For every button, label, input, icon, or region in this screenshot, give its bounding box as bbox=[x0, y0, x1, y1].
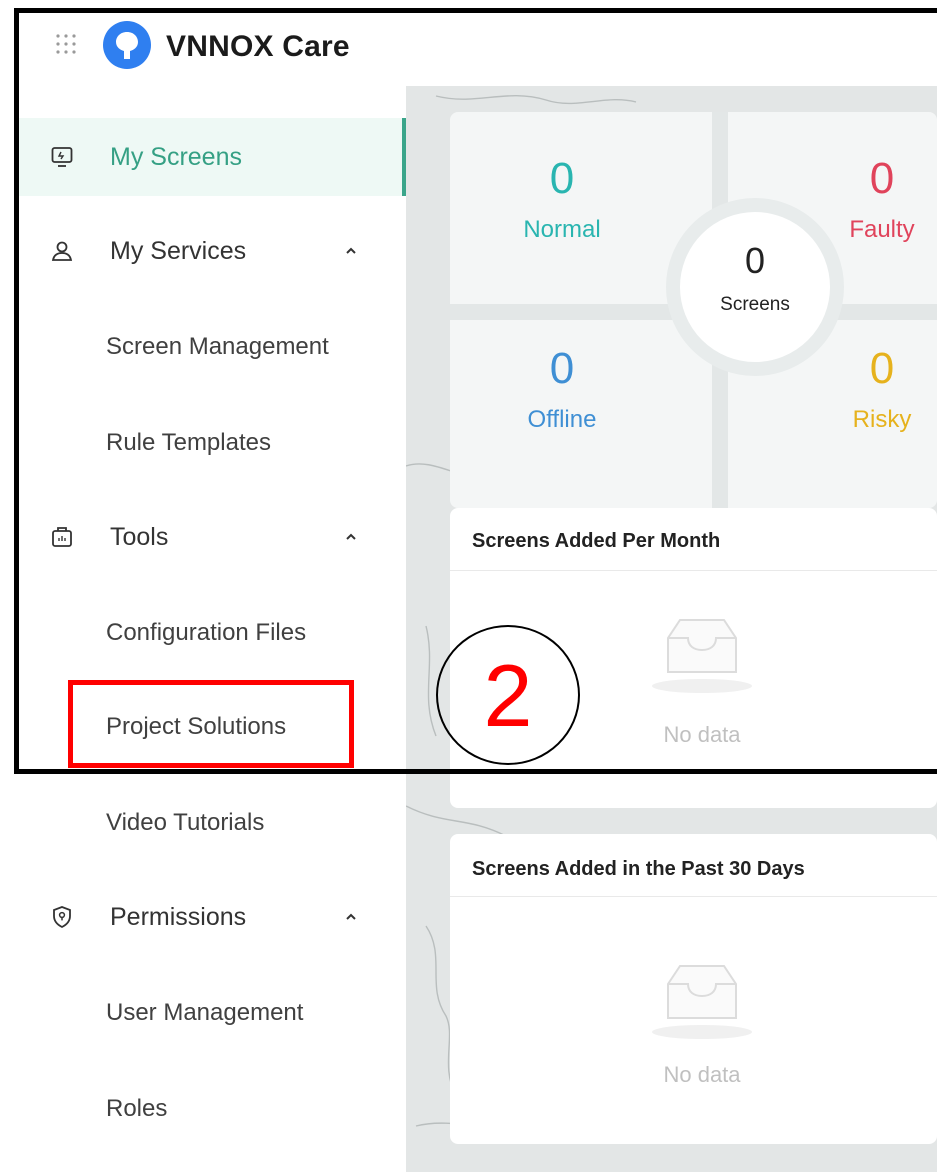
app-brand: VNNOX Care bbox=[166, 30, 350, 63]
total-screens-count: 0 bbox=[744, 240, 766, 281]
normal-label: Normal bbox=[523, 216, 601, 243]
sidebar-item-permissions[interactable]: Permissions bbox=[14, 878, 406, 956]
app-grid-icon[interactable] bbox=[54, 32, 78, 56]
shield-icon bbox=[53, 906, 71, 929]
divider bbox=[450, 896, 937, 897]
sidebar-subitem-screen-management[interactable]: Screen Management bbox=[14, 308, 406, 386]
sidebar-subitem-label: Project Solutions bbox=[106, 713, 287, 740]
sidebar-item-my-screens[interactable]: My Screens bbox=[14, 118, 406, 196]
screens-per-month-card: Screens Added Per Month No data bbox=[450, 508, 937, 808]
sidebar-subitem-user-management[interactable]: User Management bbox=[14, 974, 406, 1052]
chevron-up-icon[interactable] bbox=[344, 530, 358, 544]
vnnox-logo-icon bbox=[103, 21, 151, 69]
top-bar: VNNOX Care bbox=[14, 10, 937, 86]
risky-count: 0 bbox=[869, 344, 895, 393]
sidebar-subitem-label: Configuration Files bbox=[106, 619, 307, 646]
chevron-up-icon[interactable] bbox=[344, 910, 358, 924]
sidebar-item-label: Permissions bbox=[110, 902, 247, 931]
offline-count: 0 bbox=[549, 344, 575, 393]
chevron-up-icon[interactable] bbox=[344, 244, 358, 258]
faulty-count: 0 bbox=[869, 154, 895, 203]
sidebar-subitem-video-tutorials[interactable]: Video Tutorials bbox=[14, 784, 406, 862]
user-service-icon bbox=[51, 241, 73, 261]
sidebar-subitem-configuration-files[interactable]: Configuration Files bbox=[14, 594, 406, 672]
monitor-icon bbox=[51, 147, 73, 167]
sidebar-subitem-label: Rule Templates bbox=[106, 429, 271, 456]
screens-past-30-days-card: Screens Added in the Past 30 Days No dat… bbox=[450, 834, 937, 1144]
sidebar-subitem-rule-templates[interactable]: Rule Templates bbox=[14, 404, 406, 482]
divider bbox=[450, 570, 937, 571]
sidebar-subitem-label: Video Tutorials bbox=[106, 809, 265, 836]
sidebar-subitem-label: User Management bbox=[106, 999, 304, 1026]
total-screens-label: Screens bbox=[720, 294, 790, 315]
risky-label: Risky bbox=[852, 406, 912, 433]
sidebar-item-label: Tools bbox=[110, 522, 169, 551]
toolbox-icon bbox=[52, 527, 72, 547]
empty-inbox-icon bbox=[652, 965, 752, 1039]
sidebar: My Screens My Services Screen Management… bbox=[14, 86, 407, 1172]
sidebar-subitem-label: Screen Management bbox=[106, 333, 329, 360]
empty-inbox-icon bbox=[652, 619, 752, 693]
sidebar-subitem-label: Roles bbox=[106, 1095, 168, 1122]
screen-status-overview: 0 Normal 0 Faulty 0 Offline 0 Risky 0 Sc… bbox=[450, 112, 937, 508]
sidebar-subitem-project-solutions[interactable]: Project Solutions bbox=[14, 688, 406, 766]
total-screens-circle: 0 Screens bbox=[666, 198, 844, 376]
chart-title: Screens Added in the Past 30 Days bbox=[472, 858, 805, 880]
sidebar-item-tools[interactable]: Tools bbox=[14, 498, 406, 576]
empty-state-text: No data bbox=[663, 1062, 741, 1087]
sidebar-item-label: My Services bbox=[110, 236, 247, 265]
main-content: 0 Normal 0 Faulty 0 Offline 0 Risky 0 Sc… bbox=[406, 86, 937, 1172]
sidebar-item-my-services[interactable]: My Services bbox=[14, 212, 406, 290]
chart-title: Screens Added Per Month bbox=[472, 530, 721, 552]
sidebar-item-label: My Screens bbox=[110, 142, 242, 171]
normal-count: 0 bbox=[549, 154, 575, 203]
empty-state-text: No data bbox=[663, 722, 741, 747]
sidebar-subitem-roles[interactable]: Roles bbox=[14, 1070, 406, 1148]
offline-label: Offline bbox=[527, 406, 597, 433]
